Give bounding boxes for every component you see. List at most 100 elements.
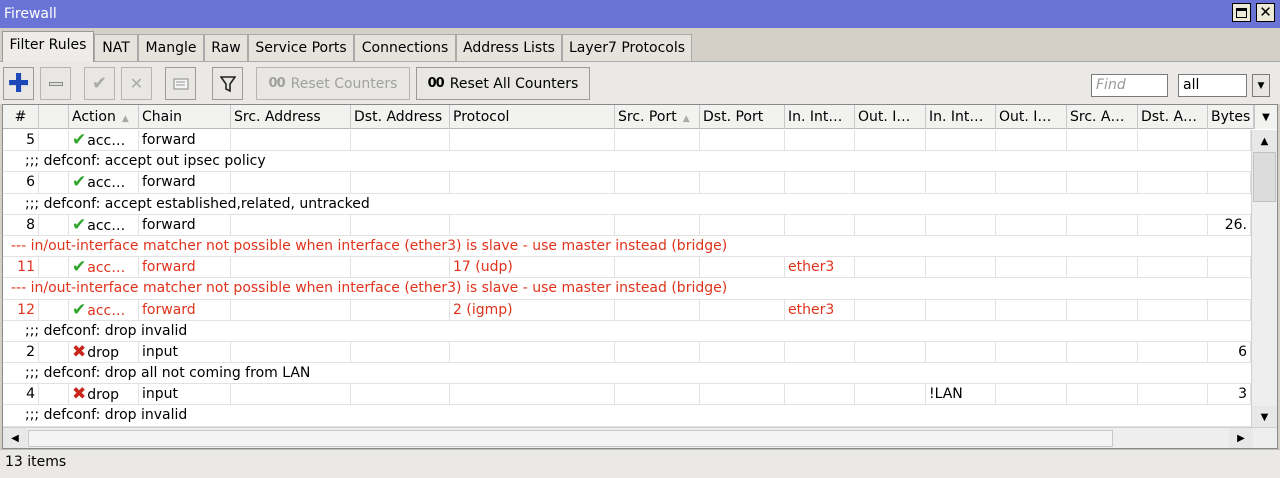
rule-src-address-list [1067,384,1138,406]
table-row[interactable]: 12 ✔acc… forward 2 (igmp) ether3 [3,299,1251,321]
rule-dst-address [351,257,450,279]
scroll-left-button[interactable]: ◀ [3,428,27,448]
find-input[interactable]: Find [1091,74,1168,97]
col-header-number[interactable]: # [3,105,39,129]
tab-connections[interactable]: Connections [354,34,456,61]
accept-check-icon: ✔ [72,130,87,150]
col-header-dst-address[interactable]: Dst. Address [351,105,450,129]
table-row[interactable]: 6 ✔acc… forward [3,172,1251,194]
rule-action: ✔acc… [69,214,139,236]
filter-select[interactable]: all [1178,74,1247,97]
arrow-up-icon: ▲ [1260,135,1269,147]
rule-dst-address [351,299,450,321]
rule-src-address [231,384,351,406]
rule-out-interface-list [996,299,1067,321]
comment-row[interactable]: ;;; defconf: drop invalid [3,405,1251,427]
horizontal-scrollbar[interactable]: ◀ ▶ [3,427,1277,448]
col-header-bytes[interactable]: Bytes [1208,105,1254,129]
filter-select-dropdown-button[interactable]: ▼ [1252,74,1270,97]
funnel-icon [219,75,236,92]
comment-row[interactable]: ;;; defconf: drop all not coming from LA… [3,363,1251,385]
table-row[interactable]: 11 ✔acc… forward 17 (udp) ether3 [3,257,1251,279]
toolbar: ✚ ✔ ✕ 00 Reset Counters 00 Reset All Cou… [0,62,1280,104]
col-header-action[interactable]: Action ▲ [69,105,139,129]
rule-in-interface [785,214,855,236]
col-header-src-address-list[interactable]: Src. A… [1067,105,1138,129]
filter-button[interactable] [212,67,243,100]
rule-src-address [231,214,351,236]
sort-asc-icon: ▲ [121,114,129,124]
col-header-out-interface-list[interactable]: Out. I… [996,105,1067,129]
tab-address-lists[interactable]: Address Lists [456,34,562,61]
horizontal-scroll-thumb[interactable] [28,430,1113,447]
col-header-out-interface[interactable]: Out. I… [855,105,926,129]
col-header-in-interface-list[interactable]: In. Int… [926,105,996,129]
reset-all-counters-button[interactable]: 00 Reset All Counters [416,67,590,100]
table-row[interactable]: 4 ✖drop input !LAN 3 [3,384,1251,406]
rule-dst-address-list [1138,384,1208,406]
maximize-button[interactable] [1232,3,1251,22]
rule-src-address [231,257,351,279]
add-button[interactable]: ✚ [3,67,34,100]
accept-check-icon: ✔ [72,172,87,193]
arrow-right-icon: ▶ [1237,433,1245,444]
rule-number: 5 [3,130,39,152]
table-row[interactable]: 5 ✔acc… forward [3,130,1251,152]
columns-menu-button[interactable]: ▼ [1254,105,1277,129]
scroll-up-button[interactable]: ▲ [1252,130,1277,152]
rule-in-interface [785,130,855,152]
col-header-flags[interactable] [39,105,69,129]
rule-bytes [1208,130,1251,152]
tab-nat[interactable]: NAT [94,34,138,61]
scroll-right-button[interactable]: ▶ [1229,428,1253,448]
disable-button[interactable]: ✕ [121,67,152,100]
col-header-protocol[interactable]: Protocol [450,105,615,129]
rule-out-interface [855,172,926,194]
vertical-scroll-thumb[interactable] [1253,152,1276,202]
comment-button[interactable] [165,67,196,100]
warning-row[interactable]: --- in/out-interface matcher not possibl… [3,236,1251,258]
rule-dst-address [351,214,450,236]
col-header-dst-port[interactable]: Dst. Port [700,105,785,129]
reset-counters-button[interactable]: 00 Reset Counters [256,67,410,100]
tab-mangle[interactable]: Mangle [138,34,204,61]
vertical-scrollbar[interactable]: ▲ ▼ [1251,130,1277,428]
rule-bytes [1208,257,1251,279]
tab-filter-rules[interactable]: Filter Rules [2,31,94,62]
rule-src-address [231,172,351,194]
remove-button[interactable] [40,67,71,100]
comment-row[interactable]: ;;; defconf: drop invalid [3,321,1251,342]
enable-button[interactable]: ✔ [84,67,115,100]
rule-bytes [1208,172,1251,194]
tab-raw[interactable]: Raw [204,34,248,61]
sort-asc-icon: ▲ [682,114,690,124]
rule-chain: forward [139,299,231,321]
rule-dst-port [700,214,785,236]
close-button[interactable]: ✕ [1256,3,1275,22]
rule-protocol [450,341,615,364]
col-header-in-interface[interactable]: In. Int… [785,105,855,129]
col-header-dst-address-list[interactable]: Dst. A… [1138,105,1208,129]
comment-row[interactable]: ;;; defconf: accept established,related,… [3,194,1251,215]
scroll-down-button[interactable]: ▼ [1252,406,1277,428]
rule-chain: forward [139,130,231,152]
warning-row[interactable]: --- in/out-interface matcher not possibl… [3,278,1251,300]
rule-src-port [615,384,700,406]
col-header-src-port[interactable]: Src. Port ▲ [615,105,700,129]
comment-text: ;;; defconf: accept out ipsec policy [25,153,266,170]
chevron-down-icon: ▼ [1257,80,1265,91]
comment-row[interactable]: ;;; defconf: accept out ipsec policy [3,151,1251,173]
rule-src-address-list [1067,341,1138,364]
rule-src-port [615,257,700,279]
table-row[interactable]: 8 ✔acc… forward 26. [3,214,1251,236]
table-row[interactable]: 2 ✖drop input 6 [3,341,1251,364]
col-header-src-address[interactable]: Src. Address [231,105,351,129]
rule-dst-address-list [1138,341,1208,364]
tab-service-ports[interactable]: Service Ports [248,34,354,61]
rule-dst-port [700,257,785,279]
rule-dst-address [351,130,450,152]
rule-protocol [450,130,615,152]
rule-action-label: acc… [87,260,126,277]
tab-layer7-protocols[interactable]: Layer7 Protocols [562,34,692,61]
col-header-chain[interactable]: Chain [139,105,231,129]
